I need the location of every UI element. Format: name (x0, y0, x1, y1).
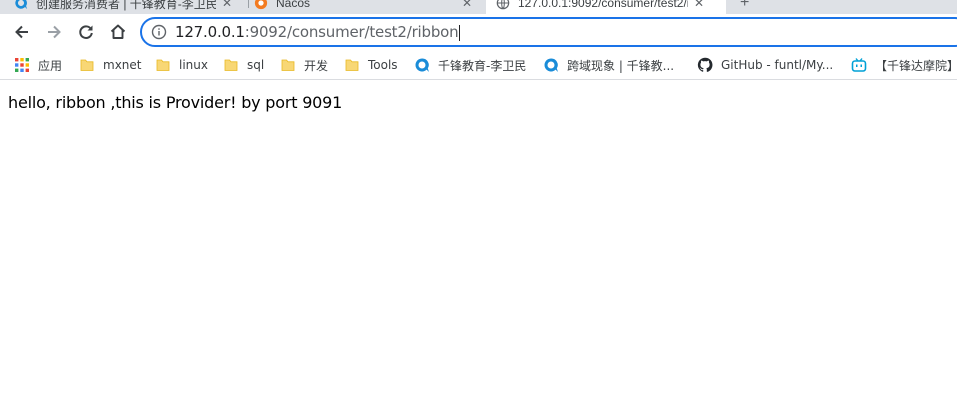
arrow-right-icon (48, 25, 61, 39)
bookmark-label: GitHub - funtl/My... (721, 58, 834, 72)
bookmark-label: 千锋教育-李卫民 (438, 58, 527, 73)
response-text: hello, ribbon ,this is Provider! by port… (8, 93, 343, 112)
forward-button[interactable] (40, 18, 68, 46)
tab-strip: 创建服务消费者 | 千锋教育-李卫民 ✕ Nacos ✕ 127.0.0.1:9… (0, 0, 957, 14)
bookmark-label: sql (247, 58, 265, 72)
bookmark-label: 应用 (38, 58, 63, 73)
tab-divider (248, 0, 249, 8)
text-caret (459, 24, 461, 41)
url-host: 127.0.0.1 (175, 23, 245, 41)
arrow-left-icon (15, 25, 28, 39)
info-icon[interactable] (151, 24, 167, 40)
globe-icon (496, 0, 510, 10)
bookmark-folder-dev[interactable]: 开发 (280, 56, 328, 74)
apps-grid-icon (15, 58, 29, 72)
bookmark-github[interactable]: GitHub - funtl/My... (697, 56, 833, 74)
qianfeng-icon (544, 58, 558, 72)
browser-toolbar: 127.0.0.1:9092/consumer/test2/ribbon (0, 14, 957, 50)
reload-icon (79, 25, 93, 39)
bookmark-label: linux (179, 58, 208, 72)
url-path: :9092/consumer/test2/ribbon (244, 23, 459, 41)
home-button[interactable] (104, 18, 132, 46)
qianfeng-icon (15, 0, 28, 10)
bookmark-label: 跨域现象 | 千锋教... (567, 58, 675, 73)
bookmark-folder-linux[interactable]: linux (155, 56, 208, 74)
bilibili-icon (851, 58, 867, 72)
bookmark-folder-tools[interactable]: Tools (344, 56, 398, 74)
tab-title: 创建服务消费者 | 千锋教育-李卫民 (36, 0, 216, 11)
close-icon[interactable]: ✕ (462, 0, 472, 10)
bookmark-label: mxnet (103, 58, 142, 72)
tab-nacos[interactable]: Nacos ✕ (254, 0, 474, 14)
reload-button[interactable] (72, 18, 100, 46)
qianfeng-icon (415, 58, 429, 72)
address-bar[interactable]: 127.0.0.1:9092/consumer/test2/ribbon (140, 17, 957, 47)
bookmark-folder-sql[interactable]: sql (223, 56, 264, 74)
folder-icon (281, 59, 295, 71)
nacos-icon (254, 0, 268, 10)
tab-title: Nacos (276, 0, 311, 10)
bookmark-label: 【千锋达摩院】 (875, 58, 957, 73)
close-icon[interactable]: ✕ (222, 0, 232, 10)
bookmark-damoyuan[interactable]: 【千锋达摩院】 (851, 56, 957, 74)
new-tab-icon[interactable]: + (740, 0, 749, 12)
bookmark-label: 开发 (304, 58, 329, 73)
folder-icon (345, 59, 359, 71)
bookmark-qianfeng-liweimin[interactable]: 千锋教育-李卫民 (414, 56, 526, 74)
github-icon (697, 57, 713, 72)
tab-current[interactable]: 127.0.0.1:9092/consumer/test2/ribbon ✕ (486, 0, 726, 14)
bookmark-folder-mxnet[interactable]: mxnet (79, 56, 141, 74)
folder-icon (156, 59, 170, 71)
back-button[interactable] (8, 18, 36, 46)
tab-title: 127.0.0.1:9092/consumer/test2/ribbon (518, 0, 688, 10)
url-text[interactable]: 127.0.0.1:9092/consumer/test2/ribbon (175, 23, 461, 41)
tab-qianfeng-consumer[interactable]: 创建服务消费者 | 千锋教育-李卫民 ✕ (14, 0, 244, 14)
bookmarks-bar: 应用 mxnet linux sql 开发 Tools 千锋教育-李卫民 跨域现… (0, 50, 957, 80)
folder-icon (224, 59, 238, 71)
close-icon[interactable]: ✕ (694, 0, 704, 10)
bookmark-cors[interactable]: 跨域现象 | 千锋教... (543, 56, 674, 74)
home-icon (110, 24, 126, 39)
bookmark-apps[interactable]: 应用 (14, 56, 62, 74)
folder-icon (80, 59, 94, 71)
bookmark-label: Tools (368, 58, 398, 72)
